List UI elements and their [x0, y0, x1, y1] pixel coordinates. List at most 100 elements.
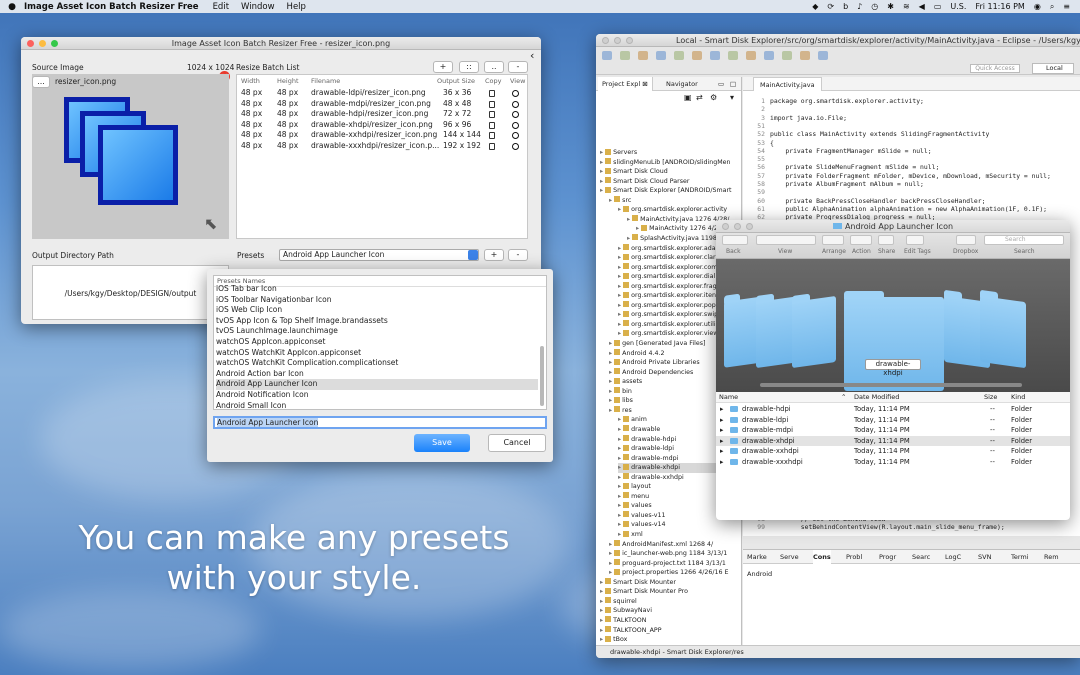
disclosure-triangle-icon[interactable]: ▸ — [720, 425, 723, 436]
run-icon[interactable] — [674, 51, 684, 60]
avd-icon[interactable] — [728, 51, 738, 60]
preset-item[interactable]: tvOS LaunchImage.launchimage — [216, 326, 538, 337]
console-tab[interactable]: Rem — [1044, 550, 1059, 564]
col-width[interactable]: Width — [241, 77, 260, 85]
action-gear-icon[interactable] — [850, 235, 872, 245]
preset-item[interactable]: Android Notification Icon — [216, 390, 538, 401]
add-row-button[interactable]: + — [433, 61, 453, 73]
tree-item[interactable]: ▸ SubwayNavi — [600, 606, 738, 616]
col-height[interactable]: Height — [277, 77, 299, 85]
tree-item[interactable]: ▸ src — [609, 196, 738, 206]
table-row[interactable]: 48 px 48 px drawable-ldpi/resizer_icon.png… — [237, 88, 527, 99]
preset-item[interactable]: tvOS App Icon & Top Shelf Image.brandass… — [216, 316, 538, 327]
battery-icon[interactable]: ▭ — [934, 2, 942, 11]
cover-flow[interactable]: drawable-xhdpi — [716, 259, 1070, 392]
preset-name-input[interactable]: Android App Launcher Icon — [213, 416, 547, 429]
tree-item[interactable]: ▸ Smart Disk Cloud — [600, 167, 738, 177]
disclosure-triangle-icon[interactable]: ▸ — [720, 415, 723, 426]
tree-item[interactable]: ▸ ic_launcher-web.png 1184 3/13/1 — [609, 549, 738, 559]
col-date[interactable]: Date Modified — [854, 392, 899, 403]
tree-item[interactable]: ▸ proguard-project.txt 1184 3/13/1 — [609, 559, 738, 569]
print-icon[interactable] — [638, 51, 648, 60]
coverflow-scrollbar[interactable] — [760, 383, 1022, 387]
minimize-icon[interactable] — [614, 37, 621, 44]
zoom-icon[interactable] — [51, 40, 58, 47]
close-icon[interactable] — [27, 40, 34, 47]
folder-icon[interactable] — [980, 295, 1026, 369]
close-icon[interactable] — [722, 223, 729, 230]
search-field[interactable]: Search — [984, 235, 1064, 245]
file-row[interactable]: ▸ drawable-xhdpi Today, 11:14 PM -- Folder — [716, 435, 1070, 447]
tree-item[interactable]: ▸ TALKTOON — [600, 616, 738, 626]
notification-center-icon[interactable]: ≡ — [1063, 2, 1070, 11]
tab-project-explorer[interactable]: Project Expl ⊠ — [598, 77, 653, 91]
link-editor-icon[interactable]: ⇄ — [696, 93, 703, 102]
zoom-icon[interactable] — [626, 37, 633, 44]
tree-item[interactable]: ▸ values-v14 — [618, 520, 738, 530]
view-menu-icon[interactable]: ▾ — [730, 93, 734, 102]
file-row[interactable]: ▸ drawable-xxhdpi Today, 11:14 PM -- Folder — [716, 446, 1070, 457]
col-output-size[interactable]: Output Size — [437, 77, 475, 85]
copy-icon[interactable] — [489, 121, 495, 129]
preset-item[interactable]: Android App Launcher Icon — [216, 379, 538, 390]
browse-button[interactable]: ... — [32, 76, 50, 88]
perspective-local[interactable]: Local — [1032, 63, 1074, 74]
sync-icon[interactable]: ⟳ — [827, 2, 834, 11]
tree-item[interactable]: ▸ Smart Disk Mounter — [600, 578, 738, 588]
new-icon[interactable] — [602, 51, 612, 60]
dropbox-icon[interactable]: ◆ — [812, 2, 818, 11]
back-icon[interactable] — [800, 51, 810, 60]
preset-item[interactable]: watchOS AppIcon.appiconset — [216, 337, 538, 348]
console-tab[interactable]: Marke — [747, 550, 767, 564]
col-kind[interactable]: Kind — [1011, 392, 1025, 403]
menu-help[interactable]: Help — [287, 2, 306, 12]
preset-item[interactable]: iOS Tab bar Icon — [216, 284, 538, 295]
file-row[interactable]: ▸ drawable-mdpi Today, 11:14 PM -- Folder — [716, 425, 1070, 436]
preset-item[interactable]: iOS Toolbar Navigationbar Icon — [216, 295, 538, 306]
android-sdk-icon[interactable] — [710, 51, 720, 60]
input-source[interactable]: U.S. — [950, 2, 966, 11]
tree-item[interactable]: ▸ AndroidManifest.xml 1268 4/ — [609, 540, 738, 550]
copy-icon[interactable] — [489, 143, 495, 150]
open-type-icon[interactable] — [764, 51, 774, 60]
clock[interactable]: Fri 11:16 PM — [975, 2, 1024, 11]
arrange-icon[interactable] — [822, 235, 844, 245]
copy-icon[interactable] — [489, 100, 495, 108]
forward-icon[interactable] — [818, 51, 828, 60]
prev-edit-icon[interactable] — [782, 51, 792, 60]
copy-icon[interactable] — [489, 111, 495, 119]
menu-window[interactable]: Window — [241, 2, 275, 12]
minimize-icon[interactable] — [734, 223, 741, 230]
disclosure-triangle-icon[interactable]: ▸ — [720, 404, 723, 415]
external-tools-icon[interactable] — [692, 51, 702, 60]
tree-item[interactable]: ▸ Smart Disk Explorer [ANDROID/Smart — [600, 186, 738, 196]
minimize-view-icon[interactable]: ▭ — [718, 77, 724, 91]
copy-icon[interactable] — [489, 90, 495, 97]
magnifier-icon[interactable] — [512, 143, 519, 150]
filter-icon[interactable]: ⚙ — [710, 93, 717, 102]
sort-chevron-icon[interactable]: ⌃ — [841, 392, 846, 403]
spotlight-icon[interactable]: ⌕ — [1050, 2, 1054, 12]
col-copy[interactable]: Copy — [485, 77, 502, 85]
view-mode-icon[interactable] — [756, 235, 816, 245]
tree-item[interactable]: ▸ org.smartdisk.explorer.activity — [618, 205, 738, 215]
back-forward-icon[interactable] — [722, 235, 748, 245]
console-tab[interactable]: LogC — [945, 550, 961, 564]
file-row[interactable]: ▸ drawable-hdpi Today, 11:14 PM -- Folder — [716, 404, 1070, 415]
col-name[interactable]: Name — [719, 392, 738, 403]
file-row[interactable]: ▸ drawable-ldpi Today, 11:14 PM -- Folder — [716, 415, 1070, 426]
console-tab[interactable]: SVN — [978, 550, 991, 564]
save-button[interactable]: Save — [414, 434, 470, 452]
minimize-icon[interactable] — [39, 40, 46, 47]
chevron-down-icon[interactable] — [468, 250, 478, 260]
wifi-icon[interactable]: ≋ — [903, 2, 910, 11]
more-button[interactable]: .. — [484, 61, 504, 73]
dropbox-icon[interactable] — [956, 235, 976, 245]
output-path-field[interactable]: /Users/kgy/Desktop/DESIGN/output — [32, 265, 229, 320]
add-preset-button[interactable]: + — [484, 249, 504, 261]
tree-item[interactable]: ▸ Servers — [600, 148, 738, 158]
presets-scrollbar[interactable] — [540, 346, 544, 406]
grid-button[interactable]: :: — [459, 61, 479, 73]
col-size[interactable]: Size — [984, 392, 997, 403]
cancel-button[interactable]: Cancel — [488, 434, 546, 452]
